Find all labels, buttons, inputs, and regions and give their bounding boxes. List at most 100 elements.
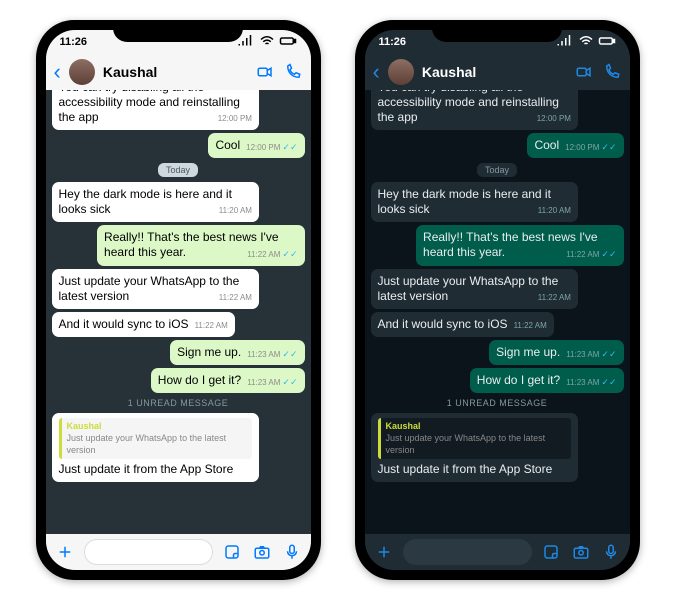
message-incoming[interactable]: KaushalJust update your WhatsApp to the …: [371, 413, 578, 482]
phone-dark: 11:26 ‹ Kaushal You can try disabling al…: [355, 20, 640, 580]
message-text: Sign me up.: [177, 345, 241, 359]
message-outgoing[interactable]: Really!! That's the best news I've heard…: [97, 225, 304, 265]
chat-header: ‹ Kaushal: [46, 54, 311, 90]
status-indicators: [237, 32, 297, 53]
message-text: And it would sync to iOS: [378, 317, 508, 331]
message-input[interactable]: [403, 539, 532, 565]
chat-area[interactable]: You can try disabling all the accessibil…: [46, 90, 311, 534]
message-time: 11:23 AM✓✓: [247, 377, 297, 388]
message-incoming[interactable]: And it would sync to iOS 11:22 AM: [371, 312, 554, 337]
message-incoming[interactable]: Just update your WhatsApp to the latest …: [52, 269, 259, 309]
sticker-icon[interactable]: [221, 541, 243, 563]
mic-icon[interactable]: [600, 541, 622, 563]
read-ticks-icon: ✓✓: [601, 377, 616, 387]
chat-area[interactable]: You can try disabling all the accessibil…: [365, 90, 630, 534]
input-bar: [365, 534, 630, 570]
date-chip: Today: [158, 163, 198, 177]
message-outgoing[interactable]: How do I get it? 11:23 AM✓✓: [151, 368, 305, 393]
message-text: You can try disabling all the accessibil…: [59, 90, 240, 124]
status-time: 11:26: [379, 36, 407, 48]
message-incoming[interactable]: KaushalJust update your WhatsApp to the …: [52, 413, 259, 482]
signal-icon: [556, 32, 574, 53]
message-outgoing[interactable]: Sign me up. 11:23 AM✓✓: [170, 340, 304, 365]
message-incoming[interactable]: Hey the dark mode is here and it looks s…: [52, 182, 259, 222]
attach-icon[interactable]: [373, 541, 395, 563]
message-time: 11:23 AM✓✓: [247, 349, 297, 360]
date-chip: Today: [477, 163, 517, 177]
message-text: And it would sync to iOS: [59, 317, 189, 331]
read-ticks-icon: ✓✓: [601, 142, 616, 152]
read-ticks-icon: ✓✓: [282, 142, 297, 152]
message-time: 12:00 PM: [537, 114, 571, 124]
phone-light: 11:26 ‹ Kaushal You can try disabling al…: [36, 20, 321, 580]
read-ticks-icon: ✓✓: [282, 249, 297, 259]
message-incoming[interactable]: Just update your WhatsApp to the latest …: [371, 269, 578, 309]
read-ticks-icon: ✓✓: [601, 249, 616, 259]
voice-call-icon[interactable]: [602, 62, 622, 82]
message-incoming[interactable]: And it would sync to iOS 11:22 AM: [52, 312, 235, 337]
message-time: 12:00 PM✓✓: [565, 142, 616, 153]
status-bar: 11:26: [365, 30, 630, 54]
camera-icon[interactable]: [570, 541, 592, 563]
message-time: 11:20 AM: [538, 206, 571, 216]
unread-divider: 1 UNREAD MESSAGE: [447, 398, 548, 408]
message-text: Just update it from the App Store: [378, 462, 553, 476]
attach-icon[interactable]: [54, 541, 76, 563]
read-ticks-icon: ✓✓: [601, 349, 616, 359]
message-text: Hey the dark mode is here and it looks s…: [378, 187, 551, 216]
wifi-icon: [577, 32, 595, 53]
message-outgoing[interactable]: Really!! That's the best news I've heard…: [416, 225, 623, 265]
message-time: 11:20 AM: [219, 206, 252, 216]
message-outgoing[interactable]: How do I get it?11:23 AM✓✓: [470, 368, 624, 393]
message-text: Cool: [215, 138, 240, 152]
message-time: 12:00 PM✓✓: [246, 142, 297, 153]
contact-name[interactable]: Kaushal: [103, 64, 247, 80]
message-text: How do I get it?: [158, 373, 241, 387]
video-call-icon[interactable]: [255, 62, 275, 82]
read-ticks-icon: ✓✓: [282, 377, 297, 387]
message-time: 11:22 AM: [219, 293, 252, 303]
message-text: Just update your WhatsApp to the latest …: [59, 274, 240, 303]
message-outgoing[interactable]: Sign me up. 11:23 AM✓✓: [489, 340, 623, 365]
back-button[interactable]: ‹: [54, 59, 61, 85]
message-text: Just update it from the App Store: [59, 462, 234, 476]
message-time: 11:22 AM: [514, 321, 547, 331]
back-button[interactable]: ‹: [373, 59, 380, 85]
wifi-icon: [258, 32, 276, 53]
avatar[interactable]: [69, 59, 95, 85]
input-bar: [46, 534, 311, 570]
contact-name[interactable]: Kaushal: [422, 64, 566, 80]
status-bar: 11:26: [46, 30, 311, 54]
message-text: Cool: [534, 138, 559, 152]
unread-divider: 1 UNREAD MESSAGE: [128, 398, 229, 408]
video-call-icon[interactable]: [574, 62, 594, 82]
status-time: 11:26: [60, 36, 88, 48]
message-outgoing[interactable]: Cool 12:00 PM✓✓: [527, 133, 623, 158]
message-incoming[interactable]: You can try disabling all the accessibil…: [371, 90, 578, 130]
voice-call-icon[interactable]: [283, 62, 303, 82]
screen: 11:26 ‹ Kaushal You can try disabling al…: [46, 30, 311, 570]
message-time: 11:22 AM✓✓: [247, 249, 297, 260]
battery-icon: [279, 32, 297, 53]
message-outgoing[interactable]: Cool 12:00 PM✓✓: [208, 133, 304, 158]
avatar[interactable]: [388, 59, 414, 85]
message-text: Hey the dark mode is here and it looks s…: [59, 187, 232, 216]
message-text: Sign me up.: [496, 345, 560, 359]
mic-icon[interactable]: [281, 541, 303, 563]
message-time: 11:23 AM✓✓: [566, 349, 616, 360]
message-time: 12:00 PM: [218, 114, 252, 124]
message-time: 11:22 AM: [195, 321, 228, 331]
message-time: 11:22 AM: [538, 293, 571, 303]
camera-icon[interactable]: [251, 541, 273, 563]
sticker-icon[interactable]: [540, 541, 562, 563]
message-input[interactable]: [84, 539, 213, 565]
message-incoming[interactable]: Hey the dark mode is here and it looks s…: [371, 182, 578, 222]
chat-header: ‹ Kaushal: [365, 54, 630, 90]
message-text: How do I get it?: [477, 373, 560, 387]
message-incoming[interactable]: You can try disabling all the accessibil…: [52, 90, 259, 130]
message-time: 11:22 AM✓✓: [566, 249, 616, 260]
battery-icon: [598, 32, 616, 53]
screen: 11:26 ‹ Kaushal You can try disabling al…: [365, 30, 630, 570]
message-text: Just update your WhatsApp to the latest …: [378, 274, 559, 303]
status-indicators: [556, 32, 616, 53]
